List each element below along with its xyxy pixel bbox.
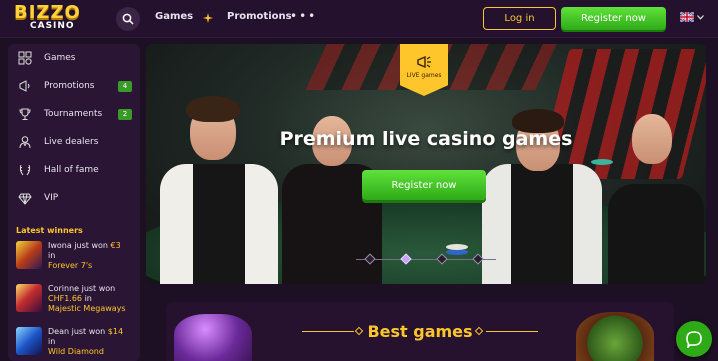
slide-dot[interactable] [472, 253, 484, 265]
bizzo-logo[interactable]: BIZZO CASINO [12, 2, 92, 36]
logo-text: BIZZO [14, 2, 81, 23]
game-thumbnail[interactable] [16, 284, 42, 312]
diamond-icon [18, 191, 32, 205]
chip-stack-icon [591, 159, 613, 165]
sidebar-item-label: VIP [44, 193, 59, 203]
winner-item[interactable]: Dean just won $14 in Wild Diamond [16, 327, 140, 359]
win-amount: $14 [107, 327, 124, 336]
hero-register-button[interactable]: Register now [362, 170, 486, 200]
winner-name: Corinne just won [48, 284, 116, 293]
slider-pagination [356, 253, 496, 265]
chip-stack-icon [446, 244, 468, 250]
games-icon [18, 51, 32, 65]
best-games-section: Best games [166, 302, 674, 361]
in-label: in [48, 337, 56, 346]
trophy-icon [18, 107, 32, 121]
slide-dot[interactable] [364, 253, 376, 265]
chat-icon [686, 331, 702, 348]
best-games-title: Best games [367, 322, 473, 341]
winner-text: Iwona just won €3 in Forever 7's [48, 241, 140, 271]
winner-item[interactable]: Corinne just won CHF1.66 in Majestic Meg… [16, 284, 140, 316]
sidebar: Games Promotions 4 Tournaments 2 Live de… [8, 44, 140, 361]
dealer-icon [18, 135, 32, 149]
winner-name: Dean just won [48, 327, 108, 336]
megaphone-icon [417, 55, 431, 69]
top-header: BIZZO CASINO Games Promotions ••• Log in… [0, 0, 718, 38]
uk-flag-icon [680, 12, 694, 22]
sparkle-icon [203, 13, 213, 23]
nav-promotions[interactable]: Promotions [227, 11, 292, 22]
live-games-badge: LIVE games [400, 44, 448, 96]
slide-dot-active[interactable] [400, 253, 412, 265]
winner-game-link[interactable]: Majestic Megaways [48, 304, 140, 314]
sidebar-item-label: Promotions [44, 81, 95, 91]
winner-text: Corinne just won CHF1.66 in Majestic Meg… [48, 284, 140, 314]
search-button[interactable] [116, 7, 140, 31]
sidebar-item-vip[interactable]: VIP [8, 184, 140, 212]
megaphone-icon [18, 79, 32, 93]
game-thumbnail[interactable] [16, 327, 42, 355]
win-amount: CHF1.66 [48, 294, 83, 303]
dealer-image [154, 74, 282, 284]
winner-game-link[interactable]: Wild Diamond [48, 347, 140, 357]
language-selector[interactable] [680, 12, 704, 22]
sidebar-item-games[interactable]: Games [8, 44, 140, 72]
winner-name: Iwona just won [48, 241, 111, 250]
sidebar-item-live-dealers[interactable]: Live dealers [8, 128, 140, 156]
winner-game-link[interactable]: Forever 7's [48, 261, 140, 271]
game-thumbnail[interactable] [16, 241, 42, 269]
login-button[interactable]: Log in [483, 7, 556, 30]
search-icon [122, 13, 134, 25]
latest-winners-title: Latest winners [16, 226, 83, 235]
sidebar-item-hall-of-fame[interactable]: Hall of fame [8, 156, 140, 184]
winner-item[interactable]: Iwona just won €3 in Forever 7's [16, 241, 140, 273]
chevron-down-icon [697, 14, 704, 20]
in-label: in [48, 251, 56, 260]
sidebar-item-label: Hall of fame [44, 165, 99, 175]
more-menu-button[interactable]: ••• [290, 9, 317, 23]
sidebar-item-label: Live dealers [44, 137, 99, 147]
live-games-label: LIVE games [406, 72, 442, 79]
winner-text: Dean just won $14 in Wild Diamond [48, 327, 140, 357]
hero-title: Premium live casino games [279, 128, 573, 150]
register-button[interactable]: Register now [561, 7, 666, 30]
sidebar-item-tournaments[interactable]: Tournaments 2 [8, 100, 140, 128]
tournaments-count-badge: 2 [118, 108, 132, 120]
nav-games[interactable]: Games [155, 11, 193, 22]
laurel-icon [18, 163, 32, 177]
sidebar-item-promotions[interactable]: Promotions 4 [8, 72, 140, 100]
win-amount: €3 [110, 241, 121, 250]
in-label: in [84, 294, 92, 303]
slide-dot[interactable] [436, 253, 448, 265]
promotions-count-badge: 4 [118, 80, 132, 92]
logo-subtext: CASINO [30, 21, 75, 31]
sidebar-item-label: Games [44, 53, 76, 63]
hero-banner[interactable]: LIVE games Premium live casino games Reg… [146, 44, 706, 284]
sidebar-item-label: Tournaments [44, 109, 103, 119]
live-chat-button[interactable] [676, 321, 712, 357]
